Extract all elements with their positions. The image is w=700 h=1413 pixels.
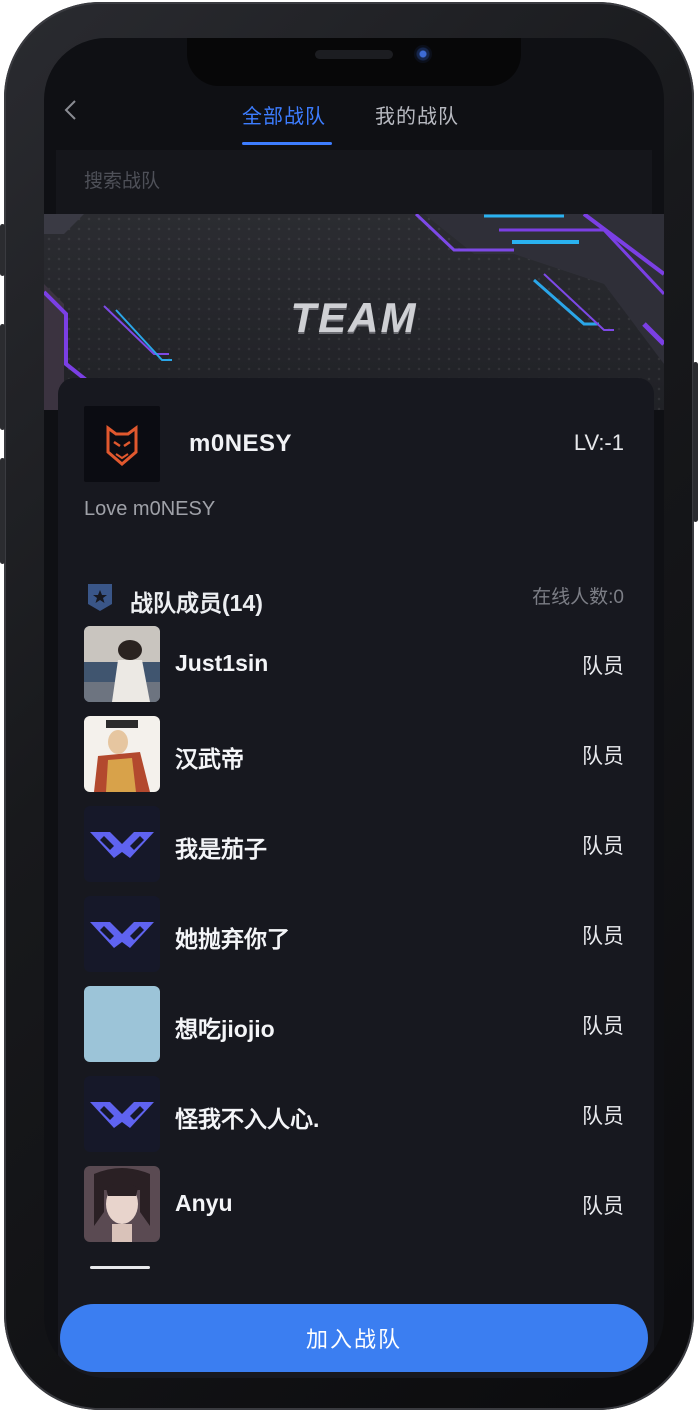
notch bbox=[187, 38, 521, 86]
g2-logo-icon bbox=[106, 425, 138, 466]
member-name: 怪我不入人心. bbox=[175, 1106, 320, 1132]
scroll-indicator bbox=[90, 1266, 150, 1269]
member-row[interactable]: Anyu 队员 bbox=[84, 1166, 624, 1242]
member-role: 队员 bbox=[582, 1195, 624, 1218]
mute-switch bbox=[0, 224, 5, 276]
member-role: 队员 bbox=[582, 1105, 624, 1128]
member-name: Anyu bbox=[175, 1190, 233, 1216]
avatar bbox=[84, 986, 160, 1062]
member-row[interactable]: 想吃jiojio 队员 bbox=[84, 986, 624, 1062]
online-count: 在线人数:0 bbox=[532, 587, 624, 608]
member-row[interactable]: Just1sin 队员 bbox=[84, 626, 624, 702]
banner-title: TEAM bbox=[290, 294, 418, 341]
avatar bbox=[84, 626, 160, 702]
member-role: 队员 bbox=[582, 655, 624, 678]
members-section-title: 战队成员(14) bbox=[130, 590, 263, 616]
member-row[interactable]: 她抛弃你了 队员 bbox=[84, 896, 624, 972]
team-badge-icon bbox=[86, 582, 114, 612]
search-input[interactable] bbox=[84, 168, 484, 196]
team-description: Love m0NESY bbox=[84, 498, 216, 520]
tab-all-teams[interactable]: 全部战队 bbox=[242, 100, 326, 129]
member-role: 队员 bbox=[582, 745, 624, 768]
hh-logo-icon bbox=[90, 1102, 154, 1128]
phone-frame: 全部战队 我的战队 TEAM bbox=[0, 2, 698, 1410]
hh-logo-icon bbox=[90, 922, 154, 948]
team-logo bbox=[84, 406, 160, 482]
volume-up-button bbox=[0, 324, 5, 430]
team-level: LV:-1 bbox=[573, 430, 624, 455]
avatar bbox=[84, 716, 160, 792]
search-bar bbox=[56, 150, 652, 214]
volume-down-button bbox=[0, 458, 5, 564]
member-row[interactable]: 怪我不入人心. 队员 bbox=[84, 1076, 624, 1152]
hh-logo-icon bbox=[90, 832, 154, 858]
chevron-left-icon bbox=[64, 100, 76, 120]
member-row[interactable]: 汉武帝 队员 bbox=[84, 716, 624, 792]
camera-icon bbox=[414, 45, 432, 63]
back-button[interactable] bbox=[60, 98, 84, 122]
member-name: 我是茄子 bbox=[175, 836, 267, 862]
member-role: 队员 bbox=[582, 835, 624, 858]
member-role: 队员 bbox=[582, 925, 624, 948]
join-team-button[interactable]: 加入战队 bbox=[60, 1304, 648, 1372]
member-name: Just1sin bbox=[175, 650, 269, 676]
team-card: m0NESY LV:-1 Love m0NESY 战队成员(14) 在线人数:0 bbox=[58, 378, 654, 1378]
team-name: m0NESY bbox=[189, 430, 293, 457]
power-button bbox=[693, 362, 698, 522]
avatar bbox=[84, 806, 160, 882]
active-tab-indicator bbox=[242, 142, 332, 145]
avatar bbox=[84, 1166, 160, 1242]
member-role: 队员 bbox=[582, 1015, 624, 1038]
member-row[interactable]: 我是茄子 队员 bbox=[84, 806, 624, 882]
app-screen: 全部战队 我的战队 TEAM bbox=[44, 38, 664, 1378]
member-name: 想吃jiojio bbox=[175, 1016, 275, 1042]
speaker-grille bbox=[315, 50, 393, 59]
avatar bbox=[84, 1076, 160, 1152]
member-name: 汉武帝 bbox=[175, 746, 244, 772]
tab-my-teams[interactable]: 我的战队 bbox=[375, 100, 459, 129]
member-name: 她抛弃你了 bbox=[175, 926, 290, 952]
avatar bbox=[84, 896, 160, 972]
